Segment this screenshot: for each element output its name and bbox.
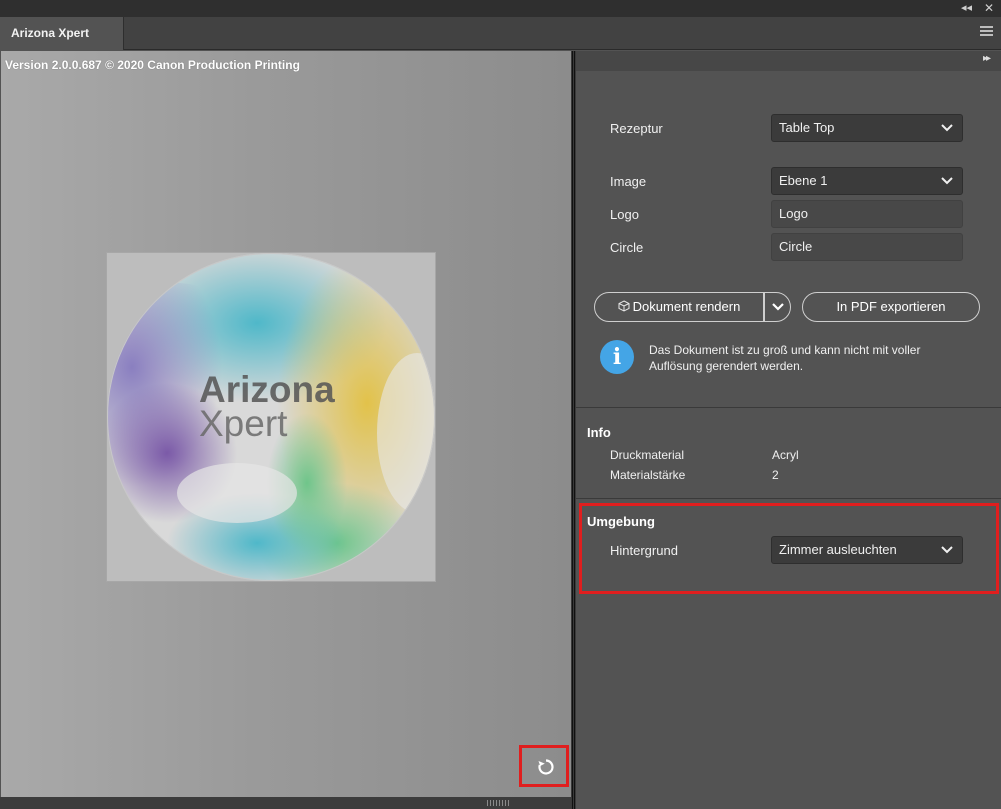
logo-line-2: Xpert [199,403,288,444]
preview-canvas: Arizona Xpert [106,252,436,582]
info-icon: i [600,340,634,374]
cube-icon [618,300,630,312]
chevron-down-icon [941,124,953,132]
logo-line-1: Arizona [199,369,335,410]
logo-field[interactable]: Logo [771,200,963,228]
close-icon[interactable]: ✕ [984,1,994,15]
image-label: Image [610,174,647,189]
settings-panel: ▸▸ Rezeptur Table Top Image Ebene 1 Logo… [576,51,1001,809]
hintergrund-dropdown[interactable]: Zimmer ausleuchten [771,536,963,564]
render-document-button[interactable]: Dokument rendern [594,292,764,322]
image-value: Ebene 1 [779,173,828,188]
window-titlebar: ◂◂ ✕ [0,0,1001,17]
materialstaerke-value: 2 [772,468,779,482]
circle-label: Circle [610,240,644,255]
panel-menu-icon[interactable] [980,26,993,37]
image-dropdown[interactable]: Ebene 1 [771,167,963,195]
logo-label: Logo [610,207,639,222]
rezeptur-value: Table Top [779,120,835,135]
info-message: Das Dokument ist zu groß und kann nicht … [649,343,921,373]
chevron-down-icon [771,303,784,311]
refresh-button[interactable] [519,745,569,787]
refresh-icon [538,759,554,775]
logo-text: Arizona Xpert [199,369,335,444]
divider [576,498,1001,499]
rezeptur-label: Rezeptur [610,121,663,136]
hintergrund-label: Hintergrund [610,543,678,558]
panel-collapse-bar: ▸▸ [576,51,1001,71]
circle-field[interactable]: Circle [771,233,963,261]
tab-arizona-xpert[interactable]: Arizona Xpert [0,17,124,50]
info-section-title: Info [587,425,611,440]
divider [576,407,1001,408]
umgebung-section-title: Umgebung [587,514,655,529]
druckmaterial-label: Druckmaterial [610,448,685,462]
bottom-resize-strip [0,797,571,809]
rezeptur-dropdown[interactable]: Table Top [771,114,963,142]
render-document-label: Dokument rendern [632,299,741,314]
export-pdf-button[interactable]: In PDF exportieren [802,292,980,322]
resize-grip-icon[interactable] [487,800,509,806]
version-text: Version 2.0.0.687 © 2020 Canon Productio… [5,58,300,72]
collapse-panels-icon[interactable]: ◂◂ [961,1,972,15]
chevron-down-icon [941,177,953,185]
render-options-button[interactable] [764,292,791,322]
panel-tabbar: Arizona Xpert [0,17,1001,50]
hintergrund-value: Zimmer ausleuchten [779,542,897,557]
materialstaerke-label: Materialstärke [610,468,686,482]
expand-panel-icon[interactable]: ▸▸ [983,53,991,64]
preview-area: Version 2.0.0.687 © 2020 Canon Productio… [1,51,571,797]
druckmaterial-value: Acryl [772,448,799,462]
chevron-down-icon [941,546,953,554]
